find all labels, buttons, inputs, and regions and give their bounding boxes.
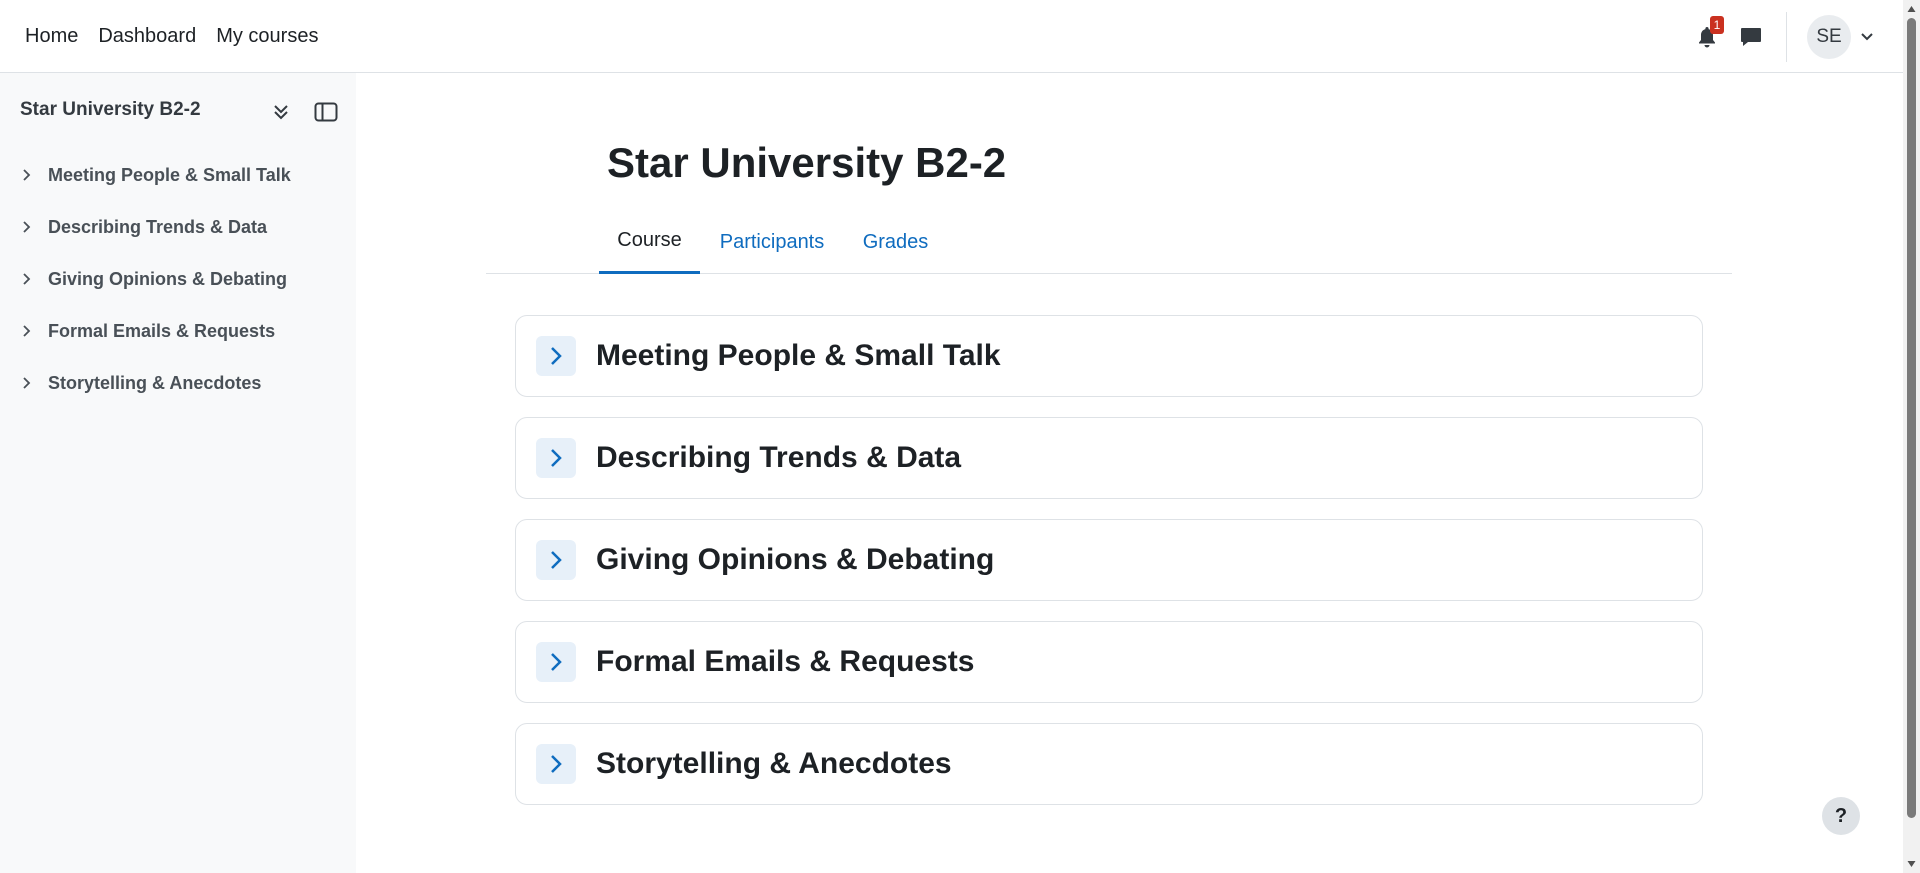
help-button[interactable]: ? (1822, 797, 1860, 835)
chevron-right-icon (551, 449, 562, 467)
tab-participants[interactable]: Participants (700, 210, 844, 274)
chat-bubble-icon (1741, 27, 1761, 46)
chevron-right-icon[interactable] (22, 324, 36, 338)
nav-link-dashboard[interactable]: Dashboard (98, 25, 196, 48)
section-expand-button[interactable] (536, 336, 576, 376)
collapse-all-button[interactable] (266, 97, 296, 127)
scroll-up-arrow-icon[interactable] (1907, 4, 1916, 14)
section-title[interactable]: Formal Emails & Requests (596, 645, 974, 679)
sidebar-item-label: Describing Trends & Data (48, 216, 268, 237)
course-index-sidebar: Star University B2-2 Meeting People & Sm… (0, 73, 356, 873)
user-avatar[interactable]: SE (1807, 14, 1851, 59)
tab-grades[interactable]: Grades (844, 210, 947, 274)
chevron-right-icon[interactable] (22, 168, 36, 182)
section-title[interactable]: Describing Trends & Data (596, 441, 961, 475)
nav-link-my-courses[interactable]: My courses (216, 25, 318, 48)
sidebar-item-label: Giving Opinions & Debating (48, 268, 288, 289)
chevron-right-icon[interactable] (22, 376, 36, 390)
section-expand-button[interactable] (536, 642, 576, 682)
sidebar-panel-icon (314, 102, 338, 122)
section-title[interactable]: Meeting People & Small Talk (596, 339, 1001, 373)
sidebar-item-formal-emails[interactable]: Formal Emails & Requests (0, 305, 356, 357)
course-section: Meeting People & Small Talk (515, 315, 1703, 397)
chevron-right-icon (551, 347, 562, 365)
section-expand-button[interactable] (536, 540, 576, 580)
chevron-right-icon[interactable] (22, 272, 36, 286)
course-tabs: Course Participants Grades (486, 210, 1732, 274)
chevron-right-icon[interactable] (22, 220, 36, 234)
sidebar-item-meeting-people[interactable]: Meeting People & Small Talk (0, 149, 356, 201)
section-expand-button[interactable] (536, 438, 576, 478)
nav-link-home[interactable]: Home (25, 25, 78, 48)
sidebar-item-giving-opinions[interactable]: Giving Opinions & Debating (0, 253, 356, 305)
section-title[interactable]: Storytelling & Anecdotes (596, 747, 952, 781)
chevron-down-icon (1861, 32, 1873, 40)
course-section: Giving Opinions & Debating (515, 519, 1703, 601)
page-scrollbar[interactable] (1903, 0, 1920, 873)
chevron-right-icon (551, 755, 562, 773)
scroll-down-arrow-icon[interactable] (1907, 859, 1916, 869)
notification-count-badge: 1 (1710, 15, 1724, 34)
sidebar-item-label: Meeting People & Small Talk (48, 164, 291, 185)
course-section: Formal Emails & Requests (515, 621, 1703, 703)
scrollbar-thumb[interactable] (1907, 18, 1916, 818)
user-menu-toggle[interactable] (1861, 32, 1873, 41)
messages-button[interactable] (1738, 24, 1764, 50)
sidebar-header: Star University B2-2 (0, 73, 356, 149)
sidebar-item-storytelling[interactable]: Storytelling & Anecdotes (0, 357, 356, 409)
tab-course[interactable]: Course (599, 210, 700, 274)
sidebar-course-title: Star University B2-2 (20, 99, 201, 120)
top-navbar: Home Dashboard My courses 1 SE (0, 0, 1903, 73)
close-sidebar-button[interactable] (311, 97, 341, 127)
sidebar-item-describing-trends[interactable]: Describing Trends & Data (0, 201, 356, 253)
course-section: Storytelling & Anecdotes (515, 723, 1703, 805)
primary-navigation: Home Dashboard My courses (25, 25, 338, 48)
chevron-right-icon (551, 653, 562, 671)
section-expand-button[interactable] (536, 744, 576, 784)
double-chevron-down-icon (274, 105, 288, 120)
course-main-content: Star University B2-2 Course Participants… (356, 73, 1903, 873)
sidebar-section-list: Meeting People & Small Talk Describing T… (0, 149, 356, 409)
sidebar-item-label: Storytelling & Anecdotes (48, 372, 262, 393)
navbar-user-area: 1 SE (1676, 0, 1873, 73)
sidebar-item-label: Formal Emails & Requests (48, 320, 276, 341)
navbar-divider (1786, 11, 1787, 62)
section-title[interactable]: Giving Opinions & Debating (596, 543, 994, 577)
chevron-right-icon (551, 551, 562, 569)
page-title: Star University B2-2 (607, 139, 1007, 186)
course-section: Describing Trends & Data (515, 417, 1703, 499)
notifications-button[interactable]: 1 (1694, 15, 1724, 50)
